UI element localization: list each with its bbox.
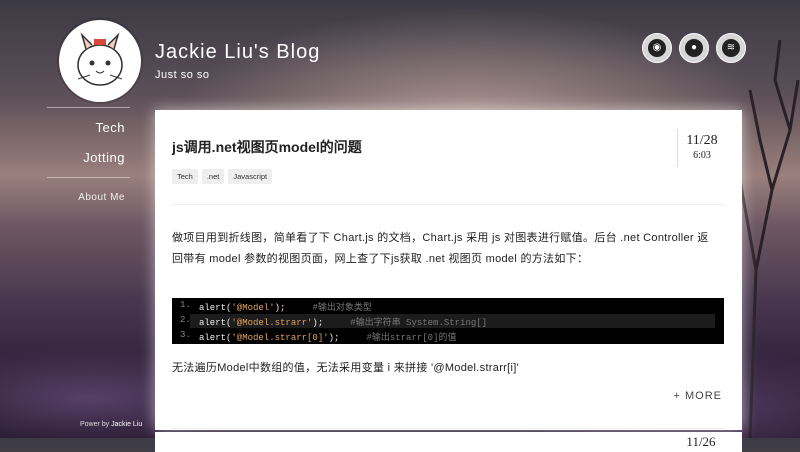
- tag-javascript[interactable]: Javascript: [228, 169, 273, 184]
- avatar[interactable]: [59, 20, 141, 102]
- rss-icon: ≋: [722, 39, 740, 57]
- rabbit-avatar-icon: [77, 32, 123, 86]
- code-line-number: 3.: [180, 330, 191, 340]
- post-date-day: 11/28: [686, 133, 718, 148]
- nav-item-tech[interactable]: Tech: [96, 120, 125, 135]
- code-line-1: alert('@Model'); #输出对象类型: [199, 300, 372, 313]
- tag-list: Tech .net Javascript: [172, 169, 273, 184]
- rss-link[interactable]: ≋: [716, 33, 746, 63]
- nav-divider-bottom: [47, 177, 130, 178]
- code-string: '@Model': [231, 303, 275, 313]
- code-token: );: [274, 303, 286, 313]
- post-end-divider: [172, 428, 725, 429]
- tag-tech[interactable]: Tech: [172, 169, 198, 184]
- post-card: js调用.net视图页model的问题 Tech .net Javascript…: [155, 110, 742, 430]
- code-token: alert(: [199, 303, 232, 313]
- footer-powered: Power by Jackie Liu: [80, 421, 142, 428]
- next-post-card: 11/26: [155, 432, 742, 452]
- code-string: '@Model.strarr': [231, 318, 313, 328]
- code-comment: #输出字符串 System.String[]: [350, 318, 488, 328]
- code-string: '@Model.strarr[0]': [231, 333, 329, 343]
- code-token: );: [312, 318, 324, 328]
- weibo-link[interactable]: ◉: [642, 33, 672, 63]
- weibo-icon: ◉: [648, 39, 666, 57]
- tag-dotnet[interactable]: .net: [201, 169, 225, 184]
- post-date: 11/28 6:03: [677, 129, 726, 167]
- nav-item-jotting[interactable]: Jotting: [83, 150, 125, 165]
- nav-item-about[interactable]: About Me: [78, 192, 125, 203]
- code-comment: #输出对象类型: [312, 303, 372, 313]
- post-title[interactable]: js调用.net视图页model的问题: [172, 137, 362, 157]
- code-comment: #输出strarr[0]的值: [366, 333, 457, 343]
- post-divider: [172, 204, 725, 205]
- read-more-link[interactable]: + MORE: [674, 390, 722, 402]
- post-outro: 无法遍历Model中数组的值，无法采用变量 i 来拼接 '@Model.stra…: [172, 362, 519, 374]
- code-line-2: alert('@Model.strarr'); #输出字符串 System.St…: [199, 315, 487, 328]
- code-line-3: alert('@Model.strarr[0]'); #输出strarr[0]的…: [199, 330, 456, 343]
- code-line-number: 2.: [180, 315, 191, 325]
- github-icon: ●: [685, 39, 703, 57]
- site-subtitle: Just so so: [155, 69, 210, 81]
- code-line-number: 1.: [180, 300, 191, 310]
- code-token: alert(: [199, 333, 232, 343]
- code-block: 1. alert('@Model'); #输出对象类型 2. alert('@M…: [172, 298, 724, 344]
- site-title[interactable]: Jackie Liu's Blog: [155, 41, 320, 64]
- footer-powered-prefix: Power by: [80, 421, 110, 428]
- post-date-time: 6:03: [693, 150, 711, 161]
- code-token: );: [328, 333, 340, 343]
- nav-divider-top: [47, 107, 130, 108]
- code-token: alert(: [199, 318, 232, 328]
- post-intro: 做项目用到折线图，简单看了下 Chart.js 的文档，Chart.js 采用 …: [172, 232, 709, 265]
- footer-author-link[interactable]: Jackie Liu: [111, 421, 142, 428]
- github-link[interactable]: ●: [679, 33, 709, 63]
- next-post-date: 11/26: [686, 434, 716, 449]
